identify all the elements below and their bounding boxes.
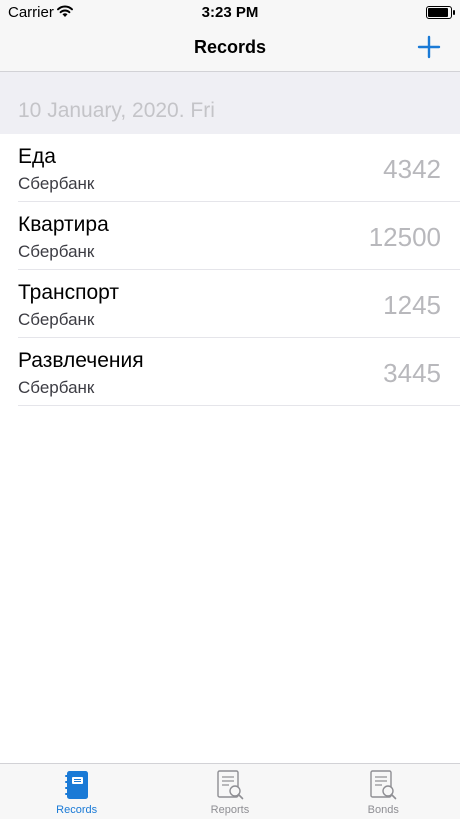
battery-icon <box>426 6 455 19</box>
navigation-bar: Records <box>0 24 460 72</box>
record-amount: 4342 <box>383 154 441 184</box>
tab-label: Records <box>56 804 98 816</box>
records-list: Еда Сбербанк 4342 Квартира Сбербанк 1250… <box>0 134 460 406</box>
record-amount: 1245 <box>383 290 441 320</box>
document-search-icon <box>370 770 397 800</box>
record-category: Транспорт <box>18 281 119 304</box>
tab-reports[interactable]: Reports <box>153 764 306 819</box>
tab-records[interactable]: Records <box>0 764 153 819</box>
record-account: Сбербанк <box>18 242 95 261</box>
status-bar: Carrier 3:23 PM <box>0 0 460 24</box>
table-row[interactable]: Транспорт Сбербанк 1245 <box>0 270 460 338</box>
table-row[interactable]: Развлечения Сбербанк 3445 <box>0 338 460 406</box>
page-title: Records <box>193 37 267 57</box>
tab-label: Bonds <box>367 804 399 816</box>
notebook-icon <box>64 771 88 799</box>
table-row[interactable]: Квартира Сбербанк 12500 <box>0 202 460 270</box>
record-account: Сбербанк <box>18 310 95 329</box>
record-category: Развлечения <box>18 349 144 372</box>
section-date: 10 January, 2020. Fri <box>18 99 215 122</box>
tab-label: Reports <box>210 804 250 816</box>
document-search-icon <box>217 770 244 800</box>
record-category: Квартира <box>18 213 109 236</box>
status-time: 3:23 PM <box>201 4 259 21</box>
tab-bonds[interactable]: Bonds <box>307 764 460 819</box>
battery-fill <box>428 8 448 17</box>
row-divider <box>18 405 460 406</box>
record-account: Сбербанк <box>18 378 95 397</box>
record-amount: 3445 <box>383 358 441 388</box>
plus-icon <box>417 35 441 59</box>
add-record-button[interactable] <box>416 34 442 60</box>
section-header: 10 January, 2020. Fri <box>0 72 460 134</box>
record-amount: 12500 <box>368 222 441 252</box>
table-row[interactable]: Еда Сбербанк 4342 <box>0 134 460 202</box>
record-category: Еда <box>18 145 56 168</box>
record-account: Сбербанк <box>18 174 95 193</box>
tab-bar: Records Reports Bonds <box>0 763 460 819</box>
